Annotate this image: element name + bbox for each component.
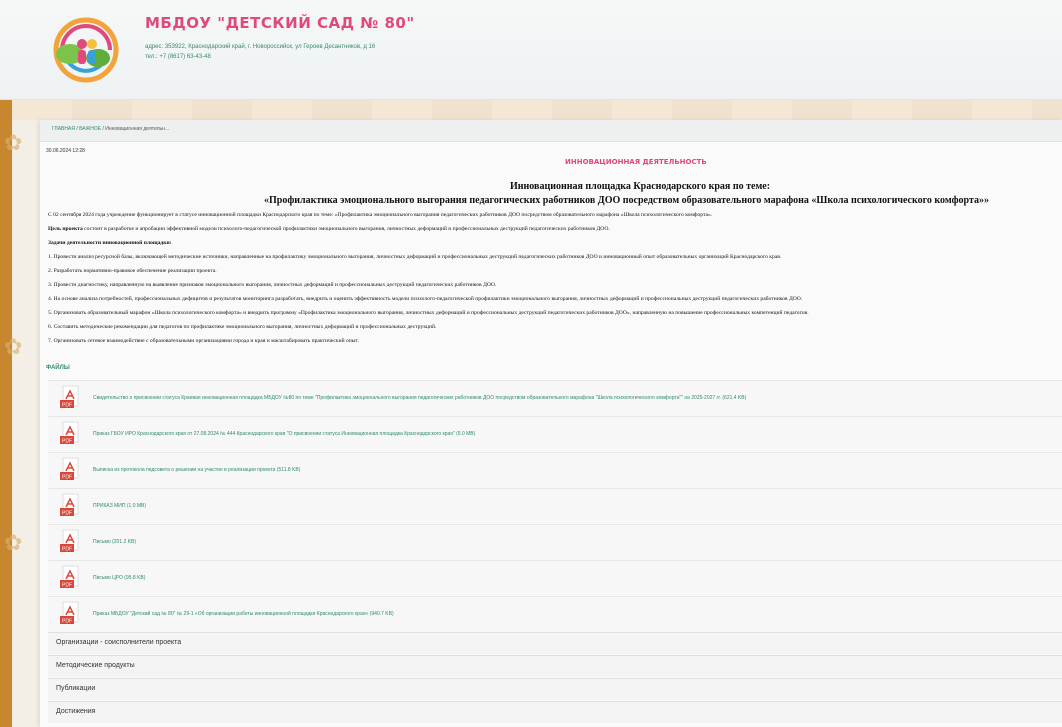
breadcrumb-separator: / [102,126,104,132]
pdf-label: PDF [62,511,72,517]
pdf-label: PDF [62,475,72,481]
file-row: PDF ПРИКАЗ МИП (1.0 MB) [48,488,1062,524]
article-subheading: «Профилактика эмоционального выгорания п… [264,195,990,206]
pdf-file-icon[interactable]: PDF [60,493,80,517]
pdf-file-icon[interactable]: PDF [60,529,80,553]
pdf-label: PDF [62,547,72,553]
file-link[interactable]: Выписка из протокола педсовета о решении… [93,467,300,473]
accordion-item[interactable]: Публикации [48,678,1062,700]
pdf-file-icon[interactable]: PDF [60,565,80,589]
file-link[interactable]: Письмо ЦРО (95.8 KB) [93,575,145,581]
intro-paragraph: С 02 сентября 2024 года учреждение функц… [48,212,713,218]
site-header: МБДОУ "ДЕТСКИЙ САД № 80" адрес: 353922, … [0,0,1062,100]
accordion-item[interactable]: Организации - соисполнители проекта [48,632,1062,654]
files-heading: ФАЙЛЫ [46,365,70,371]
page-title: ИННОВАЦИОННАЯ ДЕЯТЕЛЬНОСТЬ [565,158,707,166]
task-item: 7. Организовать сетевое взаимодействие с… [48,338,359,344]
kindergarten-logo[interactable] [46,14,126,86]
task-item: 3. Провести диагностику, направленную на… [48,282,497,288]
task-item: 1. Провести анализ ресурсной базы, включ… [48,254,782,260]
publish-date: 30.06.2024 12:28 [46,148,85,154]
task-item: 6. Составить методические рекомендации д… [48,324,437,330]
pdf-label: PDF [62,403,72,409]
breadcrumb-home-link[interactable]: ГЛАВНАЯ [52,126,75,132]
breadcrumb: ГЛАВНАЯ / ВАЖНОЕ / Инновационная деятель… [40,120,1062,142]
pdf-file-icon[interactable]: PDF [60,385,80,409]
breadcrumb-separator: / [76,126,78,132]
task-item: 2. Разработать нормативно-правовое обесп… [48,268,217,274]
file-row: PDF Письмо ЦРО (95.8 KB) [48,560,1062,596]
file-link[interactable]: Приказ МБДОУ "Детский сад № 80" № 29-1 «… [93,611,394,617]
goal-label: Цель проекта [48,226,83,232]
pdf-label: PDF [62,619,72,625]
goal-paragraph: Цель проекта состоит в разработке и апро… [48,226,1058,232]
task-item: 5. Организовать образовательный марафон … [48,310,809,316]
task-item: 4. На основе анализа потребностей, профе… [48,296,803,302]
file-link[interactable]: Свидетельство о присвоении статуса Краев… [93,395,746,401]
file-link[interactable]: ПРИКАЗ МИП (1.0 MB) [93,503,146,509]
file-link[interactable]: Приказ ГБОУ ИРО Краснодарского края от 2… [93,431,475,437]
file-row: PDF Выписка из протокола педсовета о реше… [48,452,1062,488]
contact-info: адрес: 353922, Краснодарский край, г. Но… [145,42,375,62]
pdf-file-icon[interactable]: PDF [60,457,80,481]
pdf-label: PDF [62,583,72,589]
lion-decoration-icon: ✿ [4,130,23,155]
goal-text: состоит в разработке и апробации эффекти… [82,226,610,232]
lion-decoration-icon: ✿ [4,530,23,555]
file-link[interactable]: Письмо (201.2 KB) [93,539,136,545]
accordion-item[interactable]: Методические продукты [48,655,1062,677]
file-row: PDF Свидетельство о присвоении статуса Кр… [48,380,1062,416]
breadcrumb-important-link[interactable]: ВАЖНОЕ [79,126,101,132]
decorative-band [12,100,1062,120]
left-accent-strip [0,100,12,727]
pdf-file-icon[interactable]: PDF [60,601,80,625]
file-row: PDF Письмо (201.2 KB) [48,524,1062,560]
pdf-label: PDF [62,439,72,445]
address-text: адрес: 353922, Краснодарский край, г. Но… [145,44,376,50]
accordion-item[interactable]: Достижения [48,701,1062,723]
file-row: PDF Приказ МБДОУ "Детский сад № 80" № 29-… [48,596,1062,632]
breadcrumb-current: Инновационная деятельн... [105,126,170,132]
lion-decoration-icon: ✿ [4,334,23,359]
pdf-file-icon[interactable]: PDF [60,421,80,445]
content-card: ГЛАВНАЯ / ВАЖНОЕ / Инновационная деятель… [40,120,1062,727]
phone-text: тел.: +7 (8617) 63-43-48 [145,54,211,60]
org-name[interactable]: МБДОУ "ДЕТСКИЙ САД № 80" [145,14,415,32]
file-row: PDF Приказ ГБОУ ИРО Краснодарского края о… [48,416,1062,452]
article-heading: Инновационная площадка Краснодарского кр… [510,181,771,192]
tasks-label: Задачи деятельности инновационной площад… [48,240,172,246]
